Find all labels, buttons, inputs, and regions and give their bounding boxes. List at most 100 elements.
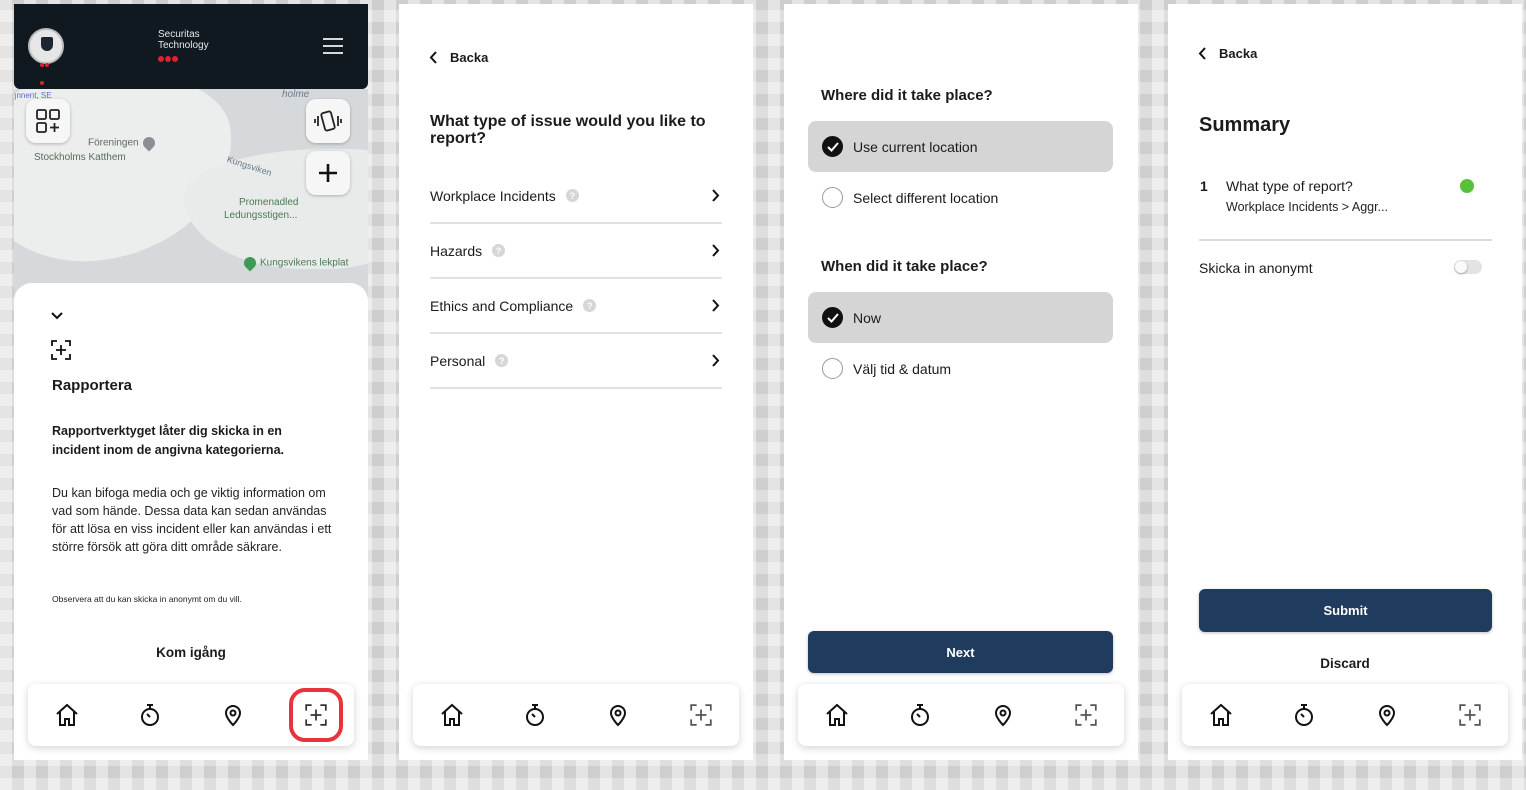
tab-home[interactable] xyxy=(1204,698,1238,732)
stopwatch-icon xyxy=(1295,704,1313,726)
page-title: What type of issue would you like to rep… xyxy=(430,113,706,147)
option-label: Now xyxy=(853,309,882,326)
chevron-right-icon xyxy=(712,354,720,367)
when-title: When did it take place? xyxy=(821,258,988,275)
location-pin-icon xyxy=(224,705,242,727)
tab-timer[interactable] xyxy=(133,698,167,732)
home-icon xyxy=(826,703,848,726)
report-icon xyxy=(51,340,71,360)
list-item-ethics-compliance[interactable]: Ethics and Compliance? xyxy=(430,279,722,334)
tab-report[interactable] xyxy=(684,698,718,732)
submit-button[interactable]: Submit xyxy=(1199,589,1492,632)
issue-type-list: Workplace Incidents? Hazards? Ethics and… xyxy=(430,169,722,389)
option-current-location[interactable]: Use current location xyxy=(808,121,1113,172)
app-header: Securitas Technology xyxy=(14,4,368,89)
chevron-right-icon xyxy=(712,299,720,312)
page-title: Summary xyxy=(1199,114,1291,136)
tab-location[interactable] xyxy=(986,698,1020,732)
back-label: Backa xyxy=(450,50,489,65)
map-label: holme xyxy=(282,89,310,100)
tab-bar xyxy=(413,684,739,746)
home-icon xyxy=(441,703,463,726)
tab-bar xyxy=(798,684,1124,746)
back-button[interactable]: Backa xyxy=(429,50,488,65)
get-started-button[interactable]: Kom igång xyxy=(14,645,368,660)
screen-report-intro: ŋnnent, SE holme Föreningen Stockholms K… xyxy=(14,4,368,760)
option-now[interactable]: Now xyxy=(808,292,1113,343)
discard-button[interactable]: Discard xyxy=(1168,656,1522,671)
menu-icon[interactable] xyxy=(323,38,343,54)
plus-icon xyxy=(319,164,337,182)
report-icon xyxy=(305,704,327,726)
option-select-datetime[interactable]: Välj tid & datum xyxy=(808,343,1113,394)
tab-location[interactable] xyxy=(216,698,250,732)
map-view[interactable]: ŋnnent, SE holme Föreningen Stockholms K… xyxy=(14,89,368,309)
vibrate-button[interactable] xyxy=(306,99,350,143)
chevron-down-icon[interactable] xyxy=(50,309,64,323)
chevron-left-icon xyxy=(429,51,437,64)
option-different-location[interactable]: Select different location xyxy=(808,172,1113,223)
tab-report[interactable] xyxy=(289,688,343,742)
stopwatch-icon xyxy=(911,704,929,726)
chevron-left-icon xyxy=(1198,47,1206,60)
home-icon xyxy=(56,703,78,726)
company-logo[interactable] xyxy=(28,28,64,85)
list-item-personal[interactable]: Personal? xyxy=(430,334,722,389)
tab-home[interactable] xyxy=(50,698,84,732)
tab-home[interactable] xyxy=(435,698,469,732)
radio-unchecked-icon xyxy=(822,187,843,208)
option-label: Use current location xyxy=(853,138,978,155)
sheet-lead: Rapportverktyget låter dig skicka in en … xyxy=(52,424,284,457)
screen-issue-type: Backa What type of issue would you like … xyxy=(399,4,753,760)
tab-home[interactable] xyxy=(820,698,854,732)
list-item-workplace-incidents[interactable]: Workplace Incidents? xyxy=(430,169,722,224)
tab-timer[interactable] xyxy=(518,698,552,732)
stopwatch-icon xyxy=(526,704,544,726)
report-icon xyxy=(690,704,712,726)
zoom-in-button[interactable] xyxy=(306,151,350,195)
summary-item-answer: Workplace Incidents > Aggr... xyxy=(1226,200,1389,214)
anonymous-toggle[interactable] xyxy=(1454,260,1482,274)
map-pin-icon xyxy=(140,134,158,152)
help-icon[interactable]: ? xyxy=(565,189,579,202)
help-icon[interactable]: ? xyxy=(492,244,506,257)
chevron-right-icon xyxy=(712,244,720,257)
map-layers-button[interactable] xyxy=(26,99,70,143)
option-label: Välj tid & datum xyxy=(853,360,952,377)
tab-timer[interactable] xyxy=(903,698,937,732)
radio-unchecked-icon xyxy=(822,358,843,379)
radio-checked-icon xyxy=(822,136,843,157)
tab-report[interactable] xyxy=(1453,698,1487,732)
check-circle-icon xyxy=(1460,179,1474,193)
map-label: Promenadled xyxy=(239,197,299,208)
radio-checked-icon xyxy=(822,307,843,328)
map-label: Stockholms Katthem xyxy=(34,152,126,163)
vibrate-icon xyxy=(314,110,342,132)
location-pin-icon xyxy=(1378,705,1396,727)
anonymous-label: Skicka in anonymt xyxy=(1199,260,1313,276)
screen-summary: Backa Summary 1 What type of report? Wor… xyxy=(1168,4,1522,760)
back-label: Backa xyxy=(1219,46,1258,61)
tab-bar xyxy=(28,684,354,746)
tab-location[interactable] xyxy=(1370,698,1404,732)
map-label-foreningen: Föreningen xyxy=(88,134,158,152)
home-icon xyxy=(1210,703,1232,726)
sheet-note: Observera att du kan skicka in anonymt o… xyxy=(52,594,242,604)
help-icon[interactable]: ? xyxy=(583,299,597,312)
report-icon xyxy=(1075,704,1097,726)
sheet-body: Du kan bifoga media och ge viktig inform… xyxy=(52,486,332,554)
help-icon[interactable]: ? xyxy=(495,354,509,367)
shield-icon xyxy=(41,37,53,51)
next-button[interactable]: Next xyxy=(808,631,1113,673)
tab-report[interactable] xyxy=(1069,698,1103,732)
tab-location[interactable] xyxy=(601,698,635,732)
summary-item-question: What type of report? xyxy=(1226,178,1353,194)
back-button[interactable]: Backa xyxy=(1198,46,1257,61)
grid-add-icon xyxy=(36,109,60,133)
list-item-hazards[interactable]: Hazards? xyxy=(430,224,722,279)
tab-timer[interactable] xyxy=(1287,698,1321,732)
map-label-lekplats: Kungsvikens lekplat xyxy=(241,254,348,272)
report-icon xyxy=(1459,704,1481,726)
summary-item-number: 1 xyxy=(1200,178,1208,194)
chevron-right-icon xyxy=(712,189,720,202)
